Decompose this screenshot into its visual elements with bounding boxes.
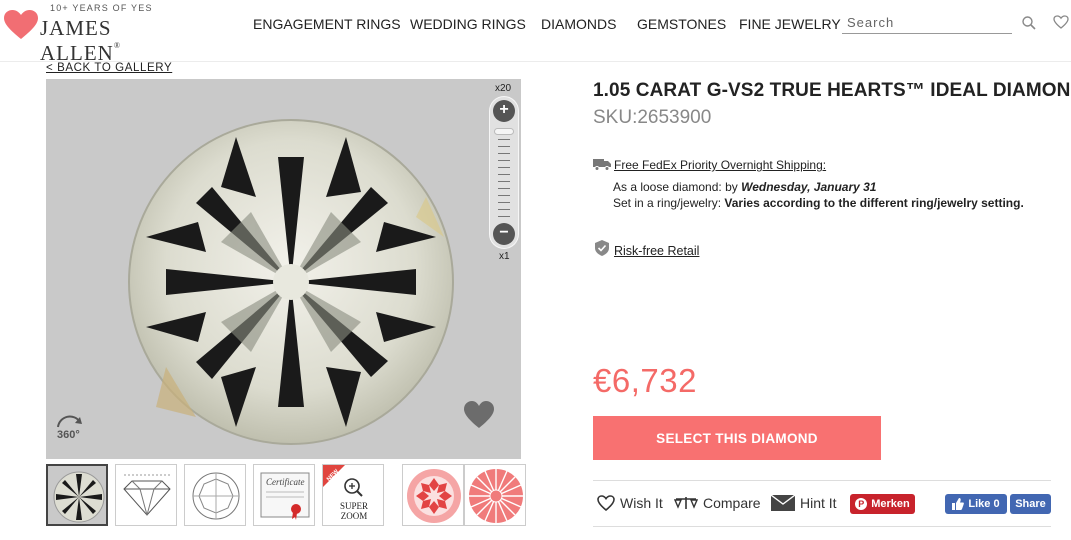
- logo-name: JAMES ALLEN®: [40, 16, 121, 65]
- shield-check-icon: [595, 240, 609, 256]
- shipping-info-link[interactable]: Free FedEx Priority Overnight Shipping:: [614, 158, 826, 172]
- zoom-out-button[interactable]: −: [493, 223, 515, 245]
- search-input[interactable]: [842, 12, 992, 32]
- thumbnail-profile-diagram[interactable]: [115, 464, 177, 526]
- loose-diamond-delivery: As a loose diamond: by Wednesday, Januar…: [613, 180, 876, 194]
- rotate-360-icon[interactable]: 360°: [54, 413, 86, 445]
- thumbnail-hearts-view[interactable]: [402, 464, 464, 526]
- hint-it-button[interactable]: Hint It: [771, 490, 837, 516]
- zoom-max-label: x20: [495, 83, 512, 94]
- super-zoom-icon: NEW SUPER ZOOM: [323, 465, 368, 521]
- diamond-image: [128, 119, 454, 445]
- arrows-view-icon: [469, 469, 523, 523]
- truck-icon: [593, 159, 611, 171]
- ring-delivery-value: Varies according to the different ring/j…: [724, 196, 1024, 210]
- compare-label: Compare: [703, 495, 761, 511]
- nav-fine-jewelry[interactable]: FINE JEWELRY: [739, 16, 841, 32]
- site-header: 10+ YEARS OF YES JAMES ALLEN® ENGAGEMENT…: [0, 0, 1071, 65]
- nav-diamonds[interactable]: DIAMONDS: [541, 16, 616, 32]
- nav-gemstones[interactable]: GEMSTONES: [637, 16, 726, 32]
- ring-delivery-label: Set in a ring/jewelry:: [613, 196, 725, 210]
- loose-diamond-label: As a loose diamond: by: [613, 180, 742, 194]
- heart-logo-icon: [4, 10, 38, 39]
- hint-it-label: Hint It: [800, 495, 837, 511]
- zoom-slider[interactable]: + −: [489, 96, 519, 249]
- facebook-like-button[interactable]: Like 0: [945, 494, 1007, 514]
- thumbnail-super-zoom[interactable]: NEW SUPER ZOOM: [322, 464, 384, 526]
- heart-watermark-icon: [464, 401, 494, 428]
- thumbs-up-icon: [952, 498, 965, 510]
- back-to-gallery-link[interactable]: < BACK TO GALLERY: [46, 62, 172, 74]
- pinterest-save-button[interactable]: P Merken: [850, 494, 915, 514]
- search-icon[interactable]: [1022, 16, 1036, 30]
- zoom-min-label: x1: [499, 251, 510, 262]
- logo-tagline: 10+ YEARS OF YES: [50, 3, 153, 13]
- super-zoom-label-2: ZOOM: [341, 511, 368, 521]
- certificate-label: Certificate: [266, 477, 305, 487]
- envelope-icon: [771, 495, 795, 511]
- diamond-profile-diagram-icon: [123, 474, 171, 516]
- hearts-view-icon: [407, 469, 461, 523]
- wish-it-button[interactable]: Wish It: [597, 490, 663, 516]
- facebook-like-label: Like 0: [968, 498, 1000, 510]
- thumbnail-certificate[interactable]: Certificate: [253, 464, 315, 526]
- wishlist-heart-icon[interactable]: [1053, 15, 1069, 29]
- super-zoom-label-1: SUPER: [340, 501, 368, 511]
- compare-scale-icon: [674, 497, 698, 509]
- product-price: €6,732: [593, 362, 697, 399]
- divider: [593, 526, 1051, 527]
- facebook-share-button[interactable]: Share: [1010, 494, 1051, 514]
- loose-diamond-date: Wednesday, January 31: [741, 180, 877, 194]
- rotate-360-label: 360°: [57, 429, 80, 441]
- thumbnail-arrows-view[interactable]: [464, 464, 526, 526]
- certificate-icon: Certificate: [260, 472, 310, 520]
- product-title: 1.05 CARAT G-VS2 TRUE HEARTS™ IDEAL DIAM…: [593, 80, 1071, 101]
- pinterest-icon: P: [855, 498, 868, 510]
- diamond-viewer[interactable]: x20 + − x1 360°: [46, 79, 521, 459]
- thumbnail-diamond-photo[interactable]: [46, 464, 108, 526]
- risk-free-retail-link[interactable]: Risk-free Retail: [614, 244, 699, 258]
- ring-delivery: Set in a ring/jewelry: Varies according …: [613, 196, 1024, 210]
- zoom-in-button[interactable]: +: [493, 100, 515, 122]
- diamond-photo-icon: [48, 466, 106, 524]
- zoom-slider-handle[interactable]: [494, 128, 514, 135]
- wish-it-label: Wish It: [620, 495, 663, 511]
- heart-outline-icon: [597, 495, 615, 511]
- divider: [593, 480, 1051, 481]
- product-sku: SKU:2653900: [593, 107, 712, 128]
- nav-engagement-rings[interactable]: ENGAGEMENT RINGS: [253, 16, 401, 32]
- diamond-top-diagram-icon: [192, 472, 240, 520]
- search-box: [842, 12, 1012, 34]
- select-diamond-button[interactable]: SELECT THIS DIAMOND: [593, 416, 881, 460]
- logo[interactable]: 10+ YEARS OF YES JAMES ALLEN®: [4, 2, 184, 65]
- compare-button[interactable]: Compare: [674, 490, 761, 516]
- zoom-ticks: [498, 139, 510, 219]
- thumbnail-top-diagram[interactable]: [184, 464, 246, 526]
- nav-wedding-rings[interactable]: WEDDING RINGS: [410, 16, 526, 32]
- pinterest-label: Merken: [871, 498, 910, 510]
